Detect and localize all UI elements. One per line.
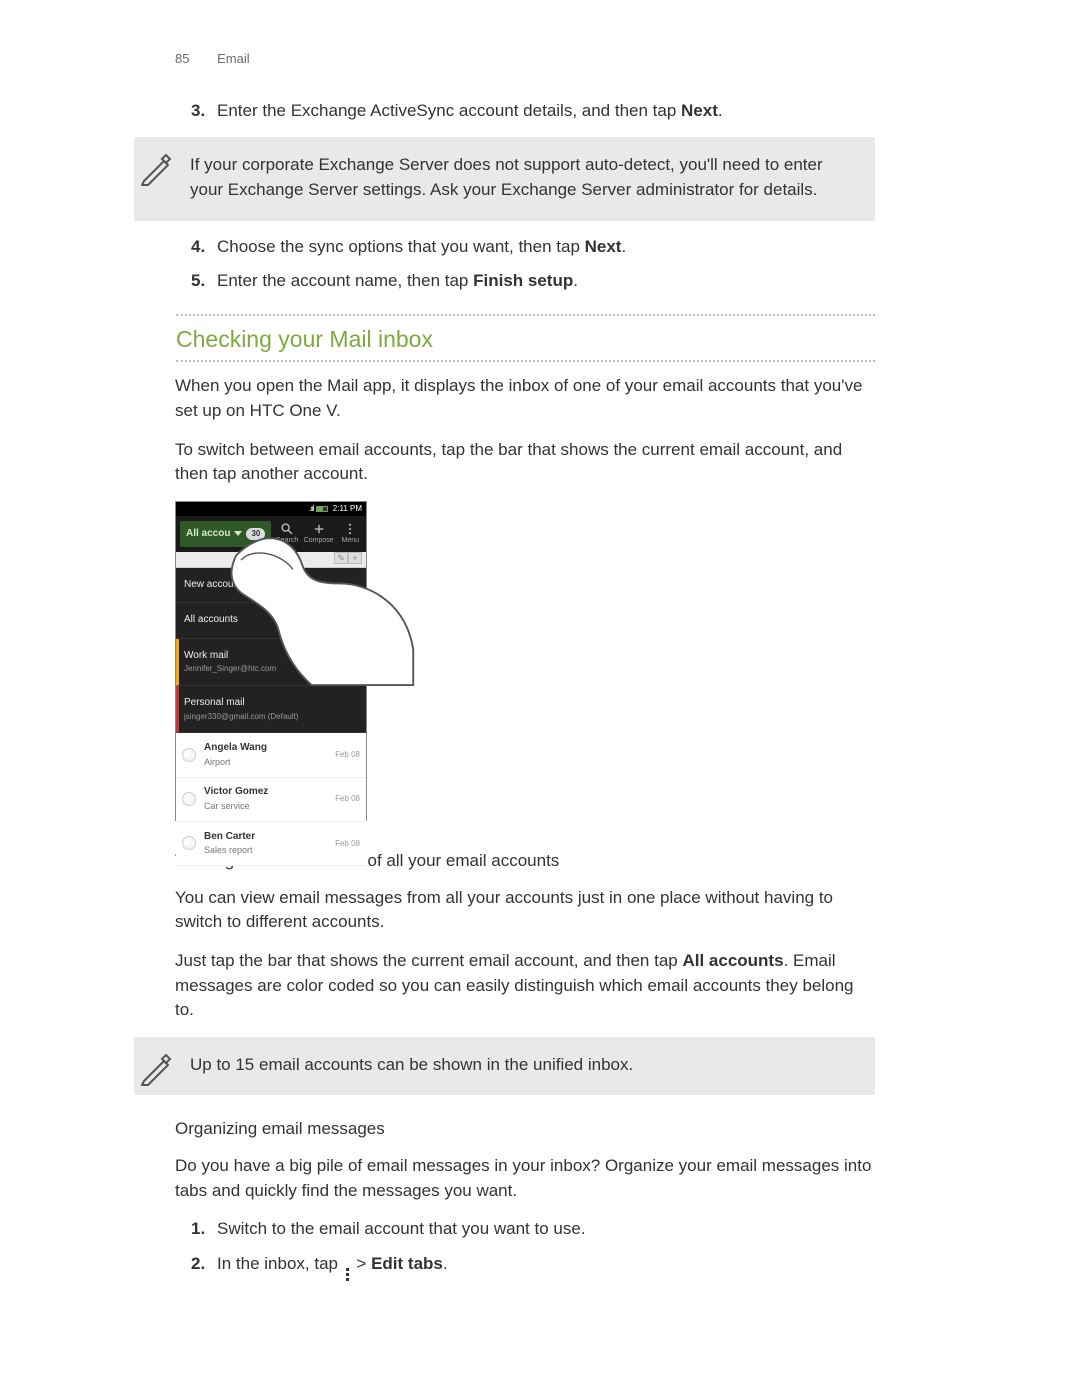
plus-icon xyxy=(312,522,326,536)
section-name: Email xyxy=(217,51,250,66)
pencil-icon xyxy=(138,151,174,187)
paragraph: Just tap the bar that shows the current … xyxy=(175,949,875,1023)
step-list-b: 4. Choose the sync options that you want… xyxy=(175,235,875,294)
account-dropdown[interactable]: All accou 30 xyxy=(180,521,271,547)
status-bar: .ııl 2:11 PM xyxy=(176,502,366,516)
step-text: In the inbox, tap > Edit tabs. xyxy=(217,1252,875,1282)
step-list-a: 3. Enter the Exchange ActiveSync account… xyxy=(175,99,875,124)
tab-add-icon[interactable]: + xyxy=(348,552,362,564)
menu-item-personal-mail[interactable]: Personal mail jsinger330@gmail.com (Defa… xyxy=(176,686,366,733)
menu-dots-icon xyxy=(343,522,357,536)
mail-row[interactable]: Victor Gomez Car service Feb 08 xyxy=(176,778,366,822)
embedded-phone-screenshot: .ııl 2:11 PM All accou 30 Search Compose… xyxy=(175,501,367,821)
paragraph: Do you have a big pile of email messages… xyxy=(175,1154,875,1203)
menu-button[interactable]: Menu xyxy=(334,516,366,552)
paragraph: To switch between email accounts, tap th… xyxy=(175,438,875,487)
step-item: 3. Enter the Exchange ActiveSync account… xyxy=(191,99,875,124)
status-time: 2:11 PM xyxy=(333,504,362,513)
step-number: 4. xyxy=(191,235,217,260)
step-text: Enter the Exchange ActiveSync account de… xyxy=(217,99,875,124)
step-text: Choose the sync options that you want, t… xyxy=(217,235,875,260)
step-item: 4. Choose the sync options that you want… xyxy=(191,235,875,260)
step-number: 1. xyxy=(191,1217,217,1242)
page-number: 85 xyxy=(175,51,189,66)
unread-badge: 30 xyxy=(246,528,265,540)
step-item: 2. In the inbox, tap > Edit tabs. xyxy=(191,1252,875,1282)
step-number: 3. xyxy=(191,99,217,124)
avatar-icon xyxy=(182,836,196,850)
step-number: 2. xyxy=(191,1252,217,1282)
mail-row[interactable]: Angela Wang Airport Feb 08 xyxy=(176,733,366,778)
paragraph: When you open the Mail app, it displays … xyxy=(175,374,875,423)
menu-item-all-accounts[interactable]: All accounts xyxy=(176,603,366,639)
compose-button[interactable]: Compose xyxy=(303,516,335,552)
pencil-icon xyxy=(138,1051,174,1087)
note-box: If your corporate Exchange Server does n… xyxy=(134,137,875,220)
note-text: Up to 15 email accounts can be shown in … xyxy=(190,1055,633,1074)
tab-strip: ✎+ xyxy=(176,552,366,568)
search-button[interactable]: Search xyxy=(271,516,303,552)
account-menu: New account All accounts Work mail Jenni… xyxy=(176,568,366,733)
chevron-down-icon xyxy=(234,531,242,536)
step-item: 1. Switch to the email account that you … xyxy=(191,1217,875,1242)
menu-dots-icon xyxy=(346,1267,349,1282)
app-top-bar: All accou 30 Search Compose Menu xyxy=(176,516,366,552)
mail-row[interactable]: Ben Carter Sales report Feb 08 xyxy=(176,822,366,867)
step-item: 5. Enter the account name, then tap Fini… xyxy=(191,269,875,294)
sub-heading: Organizing email messages xyxy=(175,1117,875,1142)
paragraph: You can view email messages from all you… xyxy=(175,886,875,935)
tab-edit-icon[interactable]: ✎ xyxy=(334,552,348,564)
avatar-icon xyxy=(182,748,196,762)
running-header: 85 Email xyxy=(175,50,875,69)
battery-icon xyxy=(316,506,328,512)
search-icon xyxy=(280,522,294,536)
note-box: Up to 15 email accounts can be shown in … xyxy=(134,1037,875,1096)
note-text: If your corporate Exchange Server does n… xyxy=(190,155,823,199)
avatar-icon xyxy=(182,792,196,806)
step-text: Enter the account name, then tap Finish … xyxy=(217,269,875,294)
menu-item-work-mail[interactable]: Work mail Jennifer_Singer@htc.com xyxy=(176,639,366,686)
section-heading: Checking your Mail inbox xyxy=(176,314,875,362)
menu-item-new-account[interactable]: New account xyxy=(176,568,366,604)
step-text: Switch to the email account that you wan… xyxy=(217,1217,875,1242)
step-list-c: 1. Switch to the email account that you … xyxy=(175,1217,875,1282)
step-number: 5. xyxy=(191,269,217,294)
